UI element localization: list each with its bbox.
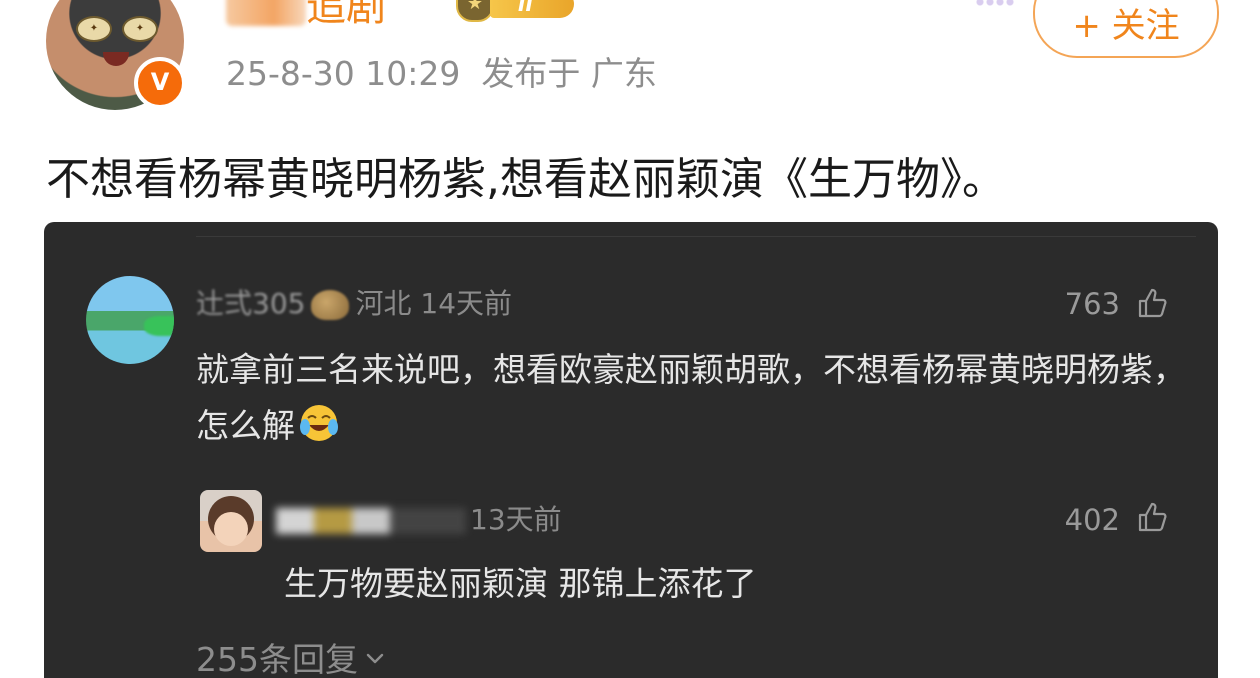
heart-badge-icon <box>311 290 350 320</box>
comment-time: 14天前 <box>420 287 513 320</box>
comment-meta: 辻弍305 河北 14天前 <box>196 284 512 324</box>
comment-text-content: 就拿前三名来说吧，想看欧豪赵丽颖胡歌，不想看杨幂黄晓明杨紫，怎么解 <box>196 350 1186 445</box>
verified-badge-icon: V <box>134 57 186 109</box>
follow-button[interactable]: + 关注 <box>1033 0 1219 58</box>
avatar-glasses: ✦ ✦ <box>76 16 158 42</box>
post-location: 发布于 广东 <box>481 54 657 93</box>
laughing-crying-emoji-icon <box>300 405 338 441</box>
reply-meta: 13天前 <box>276 500 562 540</box>
divider <box>196 236 1196 237</box>
avatar-face <box>214 512 248 546</box>
author-name[interactable]: 追剧 <box>226 0 386 32</box>
level-label: II <box>490 0 574 18</box>
weibo-post-screenshot: ✦ ✦ V 追剧 ★ II 25-8-30 10:29 发布于 广东 + 关注 不… <box>0 0 1260 678</box>
decoration-dots <box>975 0 1015 8</box>
star-shield-icon: ★ <box>456 0 494 22</box>
chevron-down-icon <box>366 653 384 664</box>
reply-like-count: 402 <box>1064 503 1120 537</box>
replier-avatar[interactable] <box>200 490 262 552</box>
reply-text: 生万物要赵丽颖演 那锦上添花了 <box>284 564 757 603</box>
avatar-mouth <box>103 52 129 66</box>
post-meta: 25-8-30 10:29 发布于 广东 <box>226 52 657 96</box>
replier-name-redaction <box>276 508 466 534</box>
comment-text: 就拿前三名来说吧，想看欧豪赵丽颖胡歌，不想看杨幂黄晓明杨紫，怎么解 <box>196 342 1186 454</box>
post-text: 不想看杨幂黄晓明杨紫,想看赵丽颖演《生万物》。 <box>46 154 1006 205</box>
level-badge: ★ II <box>454 0 578 24</box>
thumbs-up-icon[interactable] <box>1136 286 1170 320</box>
thumbs-up-icon[interactable] <box>1136 500 1170 534</box>
comment-like-count: 763 <box>1064 287 1120 321</box>
view-replies-link[interactable]: 255条回复 <box>196 636 386 678</box>
avatar-decoration <box>144 316 174 336</box>
post-timestamp: 25-8-30 10:29 <box>226 54 461 93</box>
commenter-name[interactable]: 辻弍305 <box>196 287 305 320</box>
author-name-redaction <box>226 0 306 26</box>
reply-time: 13天前 <box>470 503 562 536</box>
reply-count-label: 255条回复 <box>196 640 358 678</box>
author-name-text: 追剧 <box>306 0 386 30</box>
comment-location: 河北 <box>355 287 412 320</box>
comment-card: 辻弍305 河北 14天前 763 就拿前三名来说吧，想看欧豪赵丽颖胡歌，不想看杨… <box>44 222 1218 678</box>
commenter-avatar[interactable] <box>86 276 174 364</box>
